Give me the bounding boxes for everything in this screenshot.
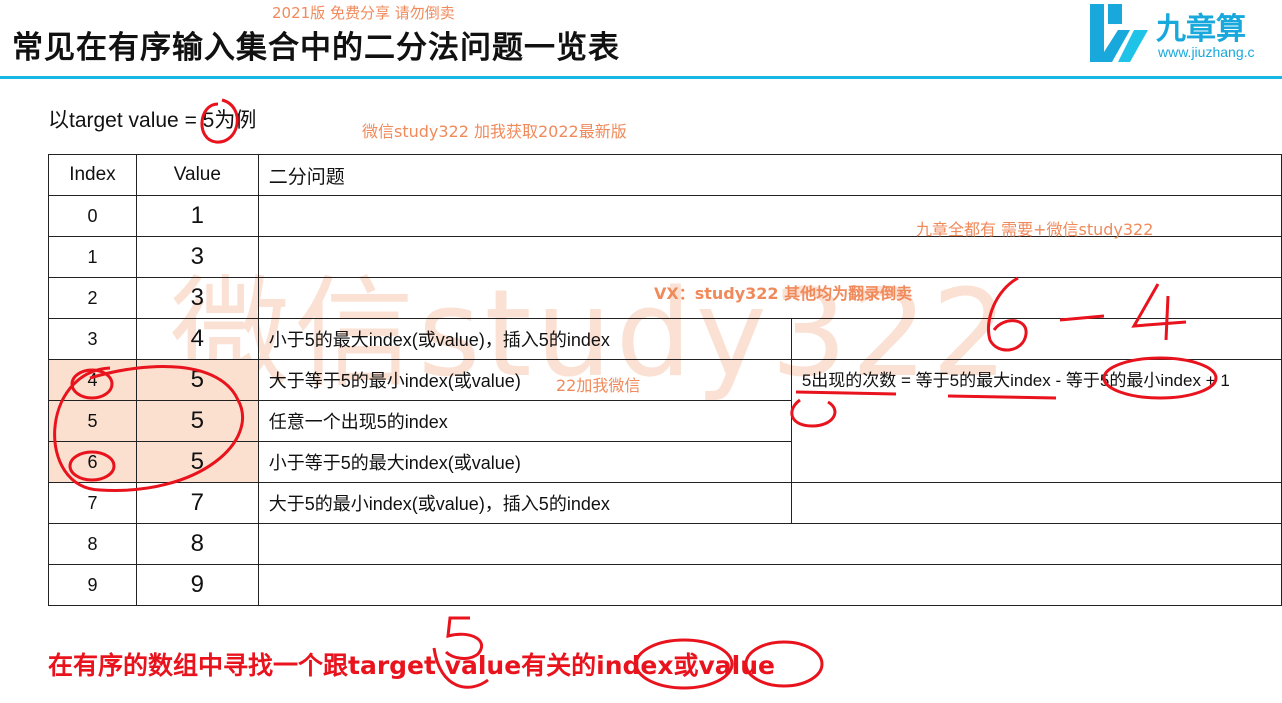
table-header-row: Index Value 二分问题: [48, 154, 1282, 196]
cell-question: [257, 523, 1282, 565]
cell-question: [257, 564, 1282, 606]
cell-index: 0: [48, 195, 137, 237]
header-value: Value: [135, 154, 259, 196]
watermark-wechat: 微信study322 加我获取2022最新版: [362, 122, 627, 141]
page-title: 常见在有序输入集合中的二分法问题一览表: [12, 30, 620, 66]
cell-value: 9: [135, 564, 259, 606]
table-row: 3 4 小于5的最大index(或value)，插入5的index: [48, 318, 1282, 360]
cell-question: 任意一个出现5的index: [257, 400, 792, 442]
table-row: 8 8: [48, 523, 1282, 565]
cell-index: 2: [48, 277, 137, 319]
subtitle: 以target value = 5为例: [48, 109, 257, 132]
watermark-all-have: 九章全都有 需要+微信study322: [916, 220, 1154, 239]
cell-value: 3: [135, 236, 259, 278]
cell-value: 5: [135, 441, 259, 483]
cell-index: 1: [48, 236, 137, 278]
cell-value: 7: [135, 482, 259, 524]
watermark-top: 2021版 免费分享 请勿倒卖: [272, 4, 455, 22]
cell-question: 小于等于5的最大index(或value): [257, 441, 792, 483]
logo-url: www.jiuzhang.c: [1158, 44, 1255, 60]
cell-question: 小于5的最大index(或value)，插入5的index: [257, 318, 792, 360]
count-note-cell: 5出现的次数 = 等于5的最大index - 等于5的最小index + 1: [790, 359, 1282, 483]
cell-index: 8: [48, 523, 137, 565]
watermark-mid: 22加我微信: [556, 376, 641, 395]
bottom-summary: 在有序的数组中寻找一个跟target value有关的index或value: [48, 651, 775, 680]
table-row: 4 5 大于等于5的最小index(或value) 5出现的次数 = 等于5的最…: [48, 359, 1282, 483]
cell-empty: [790, 318, 1282, 360]
cell-question: 大于5的最小index(或value)，插入5的index: [257, 482, 792, 524]
cell-empty: [790, 482, 1282, 524]
cell-index: 5: [48, 400, 137, 442]
cell-index: 7: [48, 482, 137, 524]
cell-index: 4: [48, 359, 137, 401]
table-row: 7 7 大于5的最小index(或value)，插入5的index: [48, 482, 1282, 524]
logo-text: 九章算: [1156, 12, 1246, 47]
cell-value: 3: [135, 277, 259, 319]
header-question: 二分问题: [257, 154, 1282, 196]
cell-question: [257, 236, 1282, 278]
header-divider: [0, 76, 1282, 79]
table-row: 9 9: [48, 564, 1282, 606]
cell-value: 1: [135, 195, 259, 237]
cell-index: 9: [48, 564, 137, 606]
header-index: Index: [48, 154, 137, 196]
cell-value: 5: [135, 359, 259, 401]
cell-value: 4: [135, 318, 259, 360]
cell-index: 6: [48, 441, 137, 483]
table-row: 1 3: [48, 236, 1282, 278]
cell-question: 大于等于5的最小index(或value): [257, 359, 792, 401]
cell-value: 5: [135, 400, 259, 442]
cell-value: 8: [135, 523, 259, 565]
watermark-vx: VX：study322 其他均为翻录倒卖: [654, 284, 913, 303]
cell-index: 3: [48, 318, 137, 360]
